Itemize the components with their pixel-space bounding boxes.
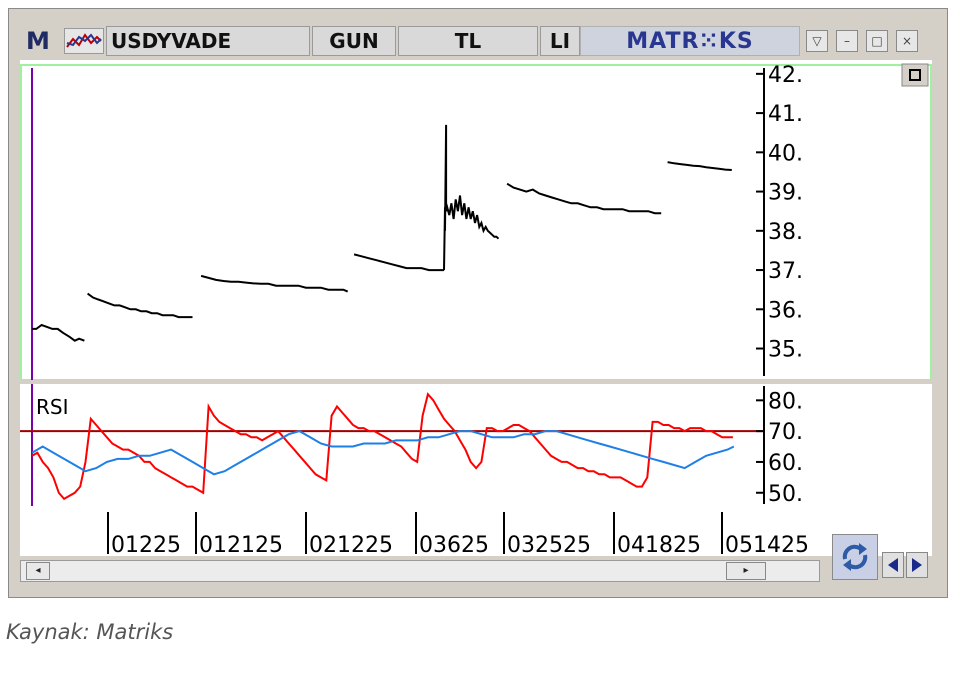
date-tick-label: 012125 <box>199 533 283 556</box>
refresh-icon <box>842 543 868 571</box>
scroll-left-button[interactable]: ◂ <box>26 562 50 580</box>
nav-left-button[interactable] <box>882 552 904 578</box>
price-tick-label: 35. <box>768 338 803 363</box>
price-tick-label: 41. <box>768 102 803 127</box>
price-tick-label: 42. <box>768 63 803 88</box>
arrow-right-icon <box>912 558 922 572</box>
price-tick-label: 37. <box>768 259 803 284</box>
price-tick-label: 39. <box>768 181 803 206</box>
rsi-title: RSI <box>36 395 69 419</box>
date-tick-label: 021225 <box>309 533 393 556</box>
date-tick-label: 032525 <box>507 533 591 556</box>
window-title-bar: M USDYVADE GUN TL LI MATR⁙KS ▽ – □ × <box>20 22 932 60</box>
date-tick-label: 051425 <box>725 533 809 556</box>
window-m-label: M <box>26 27 50 55</box>
date-tick-label: 041825 <box>617 533 701 556</box>
rsi-tick-label: 70. <box>768 420 803 445</box>
chart-type-icon[interactable] <box>64 28 104 54</box>
symbol-field[interactable]: USDYVADE <box>106 26 310 56</box>
brand-logo: MATR⁙KS <box>580 26 800 56</box>
currency-field[interactable]: TL <box>398 26 538 56</box>
date-tick-label: 03625 <box>419 533 489 556</box>
rsi-tick-label: 50. <box>768 482 803 507</box>
minimize-button[interactable]: – <box>836 30 858 52</box>
nav-right-button[interactable] <box>906 552 928 578</box>
scroll-thumb[interactable]: ▸ <box>726 562 766 580</box>
period-field[interactable]: GUN <box>312 26 396 56</box>
panel-separator <box>20 380 932 384</box>
close-button[interactable]: × <box>896 30 918 52</box>
rsi-tick-label: 80. <box>768 389 803 414</box>
refresh-button[interactable] <box>832 534 878 580</box>
maximize-button[interactable]: □ <box>866 30 888 52</box>
source-caption: Kaynak: Matriks <box>6 620 174 644</box>
dropdown-button[interactable]: ▽ <box>806 30 828 52</box>
panel-toggle-button[interactable] <box>901 63 929 87</box>
price-tick-label: 36. <box>768 298 803 323</box>
date-tick-label: 01225 <box>111 533 181 556</box>
chart-area: 35. 36. 37. 38. 39. 40. 41. 42. RSI 50. 60. 70. 80… <box>20 60 932 556</box>
price-tick-label: 38. <box>768 220 803 245</box>
arrow-left-icon <box>888 558 898 572</box>
extra-field[interactable]: LI <box>540 26 580 56</box>
price-tick-label: 40. <box>768 141 803 166</box>
rsi-tick-label: 60. <box>768 451 803 476</box>
horizontal-scrollbar[interactable] <box>20 560 820 582</box>
bottom-bar: ◂ ▸ <box>20 534 932 586</box>
